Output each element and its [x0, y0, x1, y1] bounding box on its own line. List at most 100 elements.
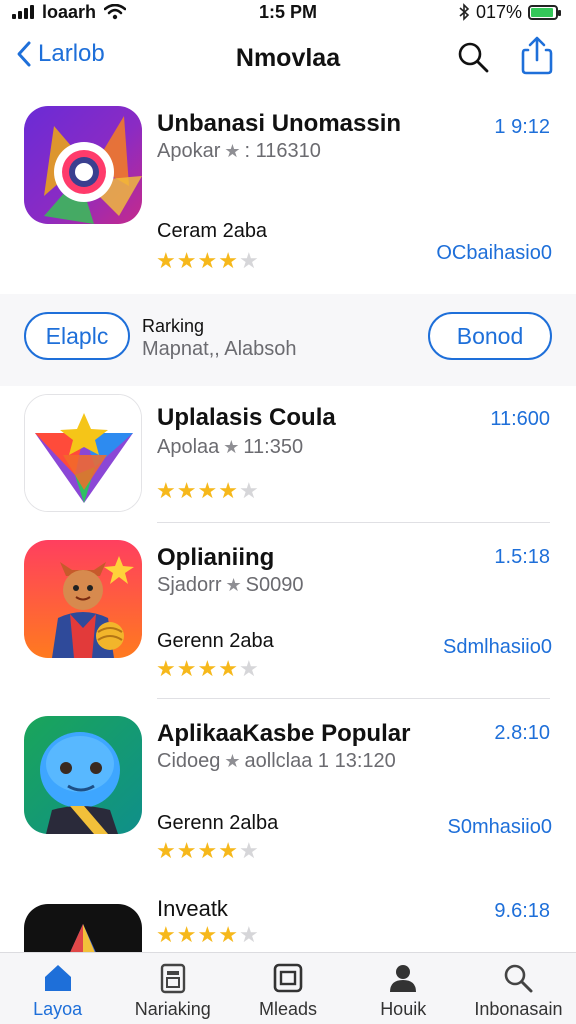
- app-category: Gerenn 2alba: [157, 812, 279, 834]
- tab-label: Mleads: [258, 999, 318, 1019]
- tab-bar: Layoa Nariaking Mleads Houik Inbonasain: [0, 952, 576, 1024]
- star-icon: ★: [225, 575, 242, 595]
- app-action-link[interactable]: OCbaihasio0: [436, 242, 552, 265]
- triangle-icon[interactable]: [24, 394, 142, 512]
- app-row[interactable]: Oplianiing Sjadorr ★ S0090 1.5:18 Gerenn…: [0, 538, 576, 700]
- app-action-link[interactable]: Sdmlhasiio0: [443, 636, 552, 659]
- row-divider: [157, 522, 550, 523]
- tab-label: Layoa: [33, 999, 83, 1019]
- rating-stars: ★★★★★: [156, 838, 260, 864]
- chevron-left-icon: [17, 41, 31, 67]
- back-label: Larlob: [38, 40, 105, 67]
- mascot-icon[interactable]: [24, 716, 142, 834]
- star-empty-icon: ★: [238, 838, 260, 863]
- app-developer: Apolaa: [157, 436, 220, 458]
- nav-bar: Larlob Nmovlaa: [0, 30, 576, 88]
- share-icon[interactable]: [520, 36, 554, 76]
- app-action-link[interactable]: S0mhasiio0: [447, 816, 552, 839]
- rating-stars: ★★★★★: [156, 248, 260, 274]
- home-icon: [41, 961, 75, 995]
- tab-apps[interactable]: Mleads: [230, 953, 345, 1024]
- rating-stars: ★★★★★: [156, 478, 260, 504]
- tab-label: Houik: [380, 999, 427, 1019]
- character-icon[interactable]: [24, 540, 142, 658]
- ranking-sublabel: Mapnat,, Alabsoh: [142, 338, 297, 360]
- ranking-icon: [156, 961, 190, 995]
- star-filled-icon: ★: [156, 478, 177, 503]
- apps-icon: [271, 961, 305, 995]
- app-category: Ceram 2aba: [157, 220, 268, 242]
- app-name: AplikaaKasbe Popular: [157, 720, 411, 747]
- app-row[interactable]: Inveatk 9.6:18 ★★★★★: [0, 890, 576, 952]
- star-empty-icon: ★: [238, 656, 260, 681]
- star-icon: ★: [224, 141, 241, 161]
- battery-icon: [528, 4, 561, 20]
- star-icon: ★: [223, 437, 240, 457]
- ranking-label: Rarking: [142, 316, 205, 336]
- star-filled-icon: ★: [176, 656, 198, 681]
- app-name: Inveatk: [157, 896, 228, 921]
- star-empty-icon: ★: [238, 478, 260, 503]
- star-filled-icon: ★: [156, 248, 177, 273]
- tab-label: Nariaking: [134, 999, 211, 1019]
- app-name: Unbanasi Unomassin: [157, 110, 402, 137]
- app-category: Gerenn 2aba: [157, 630, 274, 652]
- tab-ranking[interactable]: Nariaking: [115, 953, 230, 1024]
- pyramid-icon[interactable]: [24, 904, 142, 952]
- search-icon[interactable]: [456, 40, 490, 74]
- tab-person[interactable]: Houik: [346, 953, 461, 1024]
- tab-search[interactable]: Inbonasain: [461, 953, 576, 1024]
- status-right: 017%: [458, 1, 561, 23]
- app-size: 1.5:18: [494, 546, 550, 568]
- star-filled-icon: ★: [176, 248, 198, 273]
- camera-icon[interactable]: [24, 106, 142, 224]
- app-name: Uplalasis Coula: [157, 404, 336, 431]
- ranking-left-button[interactable]: Elaplc: [24, 312, 130, 360]
- app-developer: Sjadorr: [157, 574, 222, 596]
- wifi-icon: [104, 4, 127, 20]
- star-filled-icon: ★: [176, 922, 198, 947]
- app-row[interactable]: AplikaaKasbe Popular Cidoeg ★ aollclaa 1…: [0, 716, 576, 888]
- star-icon: ★: [224, 751, 241, 771]
- tab-home[interactable]: Layoa: [0, 953, 115, 1024]
- app-size: 1 9:12: [494, 116, 550, 138]
- status-bar: loaarh 1:5 PM 017%: [0, 0, 576, 24]
- app-row[interactable]: Unbanasi Unomassin Apokar ★ : 116310 1 9…: [0, 106, 576, 286]
- app-meta: aollclaa 1 13:120: [244, 750, 396, 772]
- search-icon: [501, 961, 535, 995]
- back-button[interactable]: Larlob: [16, 40, 105, 68]
- star-filled-icon: ★: [197, 838, 219, 863]
- ranking-right-button[interactable]: Bonod: [428, 312, 552, 360]
- star-empty-icon: ★: [238, 248, 260, 273]
- tab-label: Inbonasain: [474, 999, 563, 1019]
- status-left: loaarh: [12, 1, 127, 23]
- star-filled-icon: ★: [218, 922, 239, 947]
- star-filled-icon: ★: [218, 478, 239, 503]
- star-empty-icon: ★: [238, 922, 260, 947]
- star-filled-icon: ★: [176, 838, 198, 863]
- star-filled-icon: ★: [156, 656, 177, 681]
- app-size: 9.6:18: [494, 900, 550, 922]
- carrier-label: loaarh: [42, 1, 97, 22]
- rating-stars: ★★★★★: [156, 922, 260, 948]
- battery-fill: [531, 7, 553, 17]
- star-filled-icon: ★: [197, 248, 219, 273]
- app-developer: Cidoeg: [157, 750, 221, 772]
- star-filled-icon: ★: [197, 656, 219, 681]
- bluetooth-icon: [459, 3, 470, 21]
- star-filled-icon: ★: [218, 248, 239, 273]
- rating-stars: ★★★★★: [156, 656, 260, 682]
- app-meta: S0090: [245, 574, 304, 596]
- star-filled-icon: ★: [218, 838, 239, 863]
- app-row[interactable]: Uplalasis Coula Apolaa ★ 11:350 11:600 ★…: [0, 394, 576, 524]
- star-filled-icon: ★: [197, 922, 219, 947]
- star-filled-icon: ★: [156, 838, 177, 863]
- app-subtitle: Apolaa ★ 11:350: [157, 436, 303, 459]
- battery-percent: 017%: [475, 1, 522, 22]
- app-size: 11:600: [490, 408, 550, 430]
- app-subtitle: Sjadorr ★ S0090: [157, 574, 303, 597]
- person-icon: [386, 961, 420, 995]
- star-filled-icon: ★: [218, 656, 239, 681]
- star-filled-icon: ★: [197, 478, 219, 503]
- ranking-band: Elaplc Rarking Mapnat,, Alabsoh Bonod: [0, 294, 576, 386]
